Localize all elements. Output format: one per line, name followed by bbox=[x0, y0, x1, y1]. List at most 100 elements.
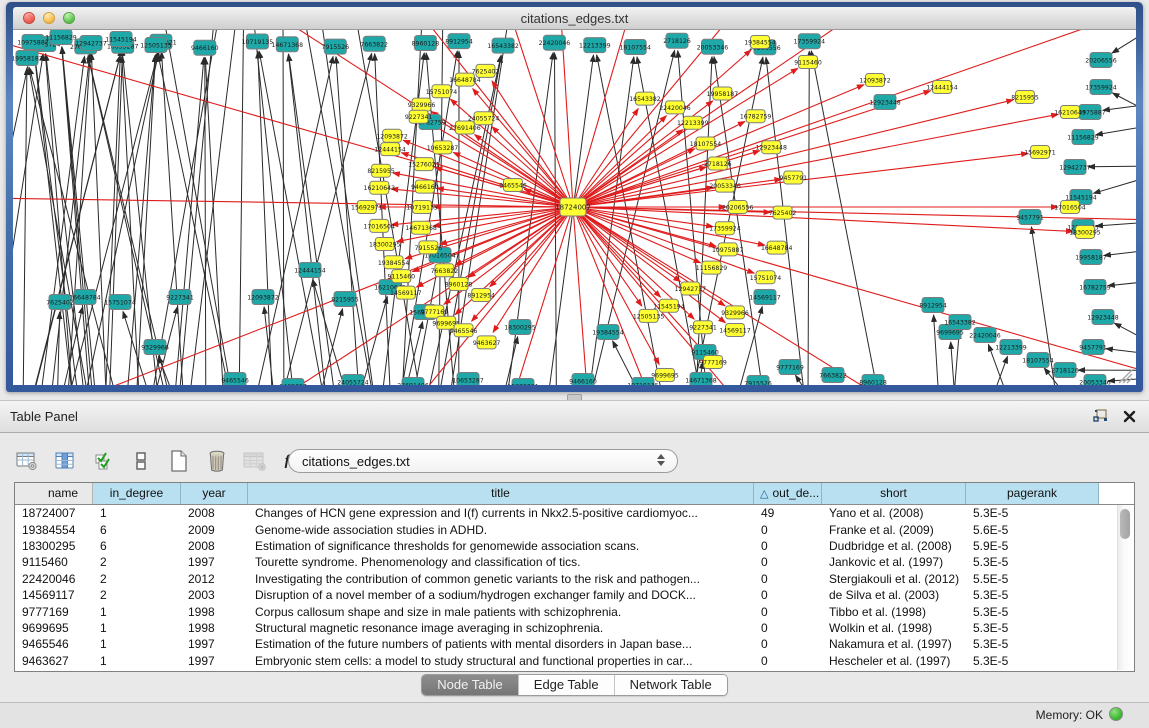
cell-in_degree[interactable]: 1 bbox=[93, 621, 181, 635]
cell-out_degree[interactable]: 49 bbox=[754, 506, 822, 520]
select-all-icon[interactable] bbox=[90, 448, 116, 474]
graph-node[interactable]: 12093872 bbox=[859, 74, 891, 87]
table-row[interactable]: 1872400712008Changes of HCN gene express… bbox=[15, 505, 1134, 521]
graph-node[interactable]: 9457791 bbox=[780, 171, 808, 184]
graph-node[interactable]: 10653287 bbox=[427, 141, 459, 154]
graph-node[interactable]: 9465546 bbox=[221, 373, 249, 386]
table-row[interactable]: 2242004622012Investigating the contribut… bbox=[15, 571, 1134, 587]
graph-node[interactable]: 9466160 bbox=[569, 374, 597, 386]
cell-title[interactable]: Embryonic stem cells: a model to study s… bbox=[248, 654, 754, 668]
graph-node[interactable]: 24055724 bbox=[337, 375, 369, 386]
column-header-pagerank[interactable]: pagerank bbox=[966, 483, 1099, 504]
cell-year[interactable]: 1998 bbox=[181, 621, 248, 635]
cell-name[interactable]: 9463627 bbox=[15, 654, 93, 668]
graph-node[interactable]: 9227341 bbox=[405, 110, 433, 123]
graph-node[interactable]: 11156829 bbox=[1067, 130, 1099, 145]
graph-node[interactable]: 10975887 bbox=[712, 243, 744, 256]
cell-name[interactable]: 9699695 bbox=[15, 621, 93, 635]
graph-node[interactable]: 12213399 bbox=[995, 340, 1027, 355]
graph-node[interactable]: 20053346 bbox=[697, 39, 729, 54]
column-header-in_degree[interactable]: in_degree bbox=[93, 483, 181, 504]
graph-node[interactable]: 18107554 bbox=[1022, 353, 1054, 368]
cell-pagerank[interactable]: 5.5E-5 bbox=[966, 572, 1099, 586]
graph-node[interactable]: 22420046 bbox=[539, 35, 571, 50]
cell-name[interactable]: 9777169 bbox=[15, 605, 93, 619]
network-canvas[interactable]: 2405572427691406106532871527602194661601… bbox=[13, 30, 1136, 385]
cell-name[interactable]: 18300295 bbox=[15, 539, 93, 553]
cell-out_degree[interactable]: 0 bbox=[754, 605, 822, 619]
graph-node[interactable]: 10975887 bbox=[17, 35, 49, 50]
cell-pagerank[interactable]: 5.3E-5 bbox=[966, 621, 1099, 635]
graph-node[interactable]: 11156829 bbox=[696, 261, 728, 274]
window-titlebar[interactable]: citations_edges.txt bbox=[13, 7, 1136, 30]
graph-node[interactable]: 9227341 bbox=[689, 321, 717, 334]
graph-node[interactable]: 19958187 bbox=[707, 87, 739, 100]
cell-year[interactable]: 2008 bbox=[181, 539, 248, 553]
table-row[interactable]: 946362711997Embryonic stem cells: a mode… bbox=[15, 653, 1134, 669]
table-row[interactable]: 969969511998Structural magnetic resonanc… bbox=[15, 620, 1134, 636]
column-header-short[interactable]: short bbox=[822, 483, 966, 504]
graph-node[interactable]: 16782759 bbox=[1079, 280, 1111, 295]
graph-node[interactable]: 18107554 bbox=[690, 137, 722, 150]
new-file-icon[interactable] bbox=[166, 448, 192, 474]
graph-node[interactable]: 9227341 bbox=[166, 290, 194, 305]
graph-node[interactable]: 14671368 bbox=[272, 37, 304, 52]
cell-title[interactable]: Investigating the contribution of common… bbox=[248, 572, 754, 586]
graph-node[interactable]: 9777169 bbox=[699, 356, 727, 369]
graph-node[interactable]: 8215955 bbox=[331, 292, 359, 307]
column-header-name[interactable]: name bbox=[15, 483, 93, 504]
graph-node[interactable]: 11545194 bbox=[105, 32, 137, 47]
cell-in_degree[interactable]: 2 bbox=[93, 572, 181, 586]
graph-node[interactable]: 12923448 bbox=[1087, 310, 1119, 325]
graph-node[interactable]: 17359924 bbox=[794, 34, 826, 49]
graph-node[interactable]: 22420046 bbox=[659, 101, 691, 114]
cell-year[interactable]: 2008 bbox=[181, 506, 248, 520]
graph-node[interactable]: 19958187 bbox=[13, 51, 43, 66]
cell-in_degree[interactable]: 2 bbox=[93, 555, 181, 569]
graph-node[interactable]: 10719135 bbox=[242, 34, 274, 49]
graph-node[interactable]: 10653287 bbox=[452, 373, 484, 386]
cell-short[interactable]: Stergiakouli et al. (2012) bbox=[822, 572, 966, 586]
cell-short[interactable]: Dudbridge et al. (2008) bbox=[822, 539, 966, 553]
graph-node[interactable]: 14569117 bbox=[749, 290, 781, 305]
cell-title[interactable]: Disruption of a novel member of a sodium… bbox=[248, 588, 754, 602]
graph-node[interactable]: 16648784 bbox=[69, 290, 101, 305]
tab-node-table[interactable]: Node Table bbox=[422, 675, 518, 695]
float-window-icon[interactable] bbox=[1092, 408, 1108, 424]
graph-node[interactable]: 9777169 bbox=[776, 360, 804, 375]
cell-title[interactable]: Tourette syndrome. Phenomenology and cla… bbox=[248, 555, 754, 569]
cell-title[interactable]: Corpus callosum shape and size in male p… bbox=[248, 605, 754, 619]
column-header-title[interactable]: title bbox=[248, 483, 754, 504]
graph-node[interactable]: 8215955 bbox=[367, 164, 395, 177]
graph-node[interactable]: 16782759 bbox=[740, 110, 772, 123]
table-row[interactable]: 1456911722003Disruption of a novel membe… bbox=[15, 587, 1134, 603]
cell-short[interactable]: Franke et al. (2009) bbox=[822, 523, 966, 537]
graph-node[interactable]: 12942737 bbox=[1059, 160, 1091, 175]
cell-pagerank[interactable]: 5.3E-5 bbox=[966, 555, 1099, 569]
graph-node[interactable]: 10719135 bbox=[406, 201, 438, 214]
cell-pagerank[interactable]: 5.3E-5 bbox=[966, 654, 1099, 668]
graph-node[interactable]: 9457791 bbox=[1079, 340, 1107, 355]
graph-node[interactable]: 8912954 bbox=[445, 34, 473, 49]
cell-in_degree[interactable]: 2 bbox=[93, 588, 181, 602]
graph-node[interactable]: 16543382 bbox=[487, 38, 519, 53]
graph-node[interactable]: 9465546 bbox=[499, 179, 527, 192]
graph-node[interactable]: 17359924 bbox=[709, 222, 741, 235]
cell-in_degree[interactable]: 6 bbox=[93, 539, 181, 553]
select-columns-icon[interactable] bbox=[52, 448, 78, 474]
cell-pagerank[interactable]: 5.6E-5 bbox=[966, 523, 1099, 537]
graph-node[interactable]: 19384554 bbox=[378, 256, 410, 269]
column-header-out_degree[interactable]: △out_de... bbox=[754, 483, 822, 504]
graph-node[interactable]: 2718126 bbox=[663, 33, 691, 48]
graph-node[interactable]: 16210643 bbox=[364, 181, 396, 194]
table-row[interactable]: 946554611997Estimation of the future num… bbox=[15, 636, 1134, 652]
cell-pagerank[interactable]: 5.3E-5 bbox=[966, 637, 1099, 651]
graph-node[interactable]: 7663822 bbox=[819, 368, 847, 383]
graph-node[interactable]: 19958187 bbox=[1075, 250, 1107, 265]
cell-pagerank[interactable]: 5.3E-5 bbox=[966, 588, 1099, 602]
table-row[interactable]: 1830029562008Estimation of significance … bbox=[15, 538, 1134, 554]
graph-node[interactable]: 18724007 bbox=[555, 198, 591, 216]
graph-node[interactable]: 15692971 bbox=[1024, 146, 1056, 159]
cell-in_degree[interactable]: 1 bbox=[93, 637, 181, 651]
graph-node[interactable]: 15692971 bbox=[351, 201, 383, 214]
